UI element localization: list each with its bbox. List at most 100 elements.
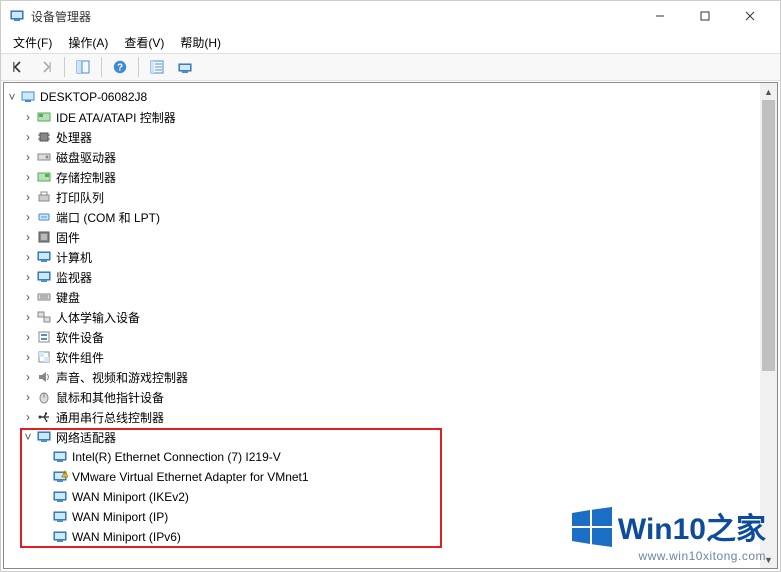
chevron-right-icon[interactable]: › (20, 149, 36, 165)
menu-action[interactable]: 操作(A) (60, 32, 116, 53)
tree-item-storage[interactable]: ·›存储控制器 (4, 167, 777, 187)
chevron-right-icon[interactable]: › (20, 209, 36, 225)
tree-label: WAN Miniport (IKEv2) (72, 490, 189, 504)
tree-item-network-intel[interactable]: ···Intel(R) Ethernet Connection (7) I219… (4, 447, 777, 467)
monitor-icon (36, 269, 52, 285)
tree-item-ide[interactable]: ·›IDE ATA/ATAPI 控制器 (4, 107, 777, 127)
tree-item-computer[interactable]: ·›计算机 (4, 247, 777, 267)
menu-view[interactable]: 查看(V) (116, 32, 172, 53)
tree-item-monitor[interactable]: ·›监视器 (4, 267, 777, 287)
printer-icon (36, 189, 52, 205)
close-button[interactable] (727, 2, 772, 31)
show-hide-tree-button[interactable] (71, 55, 95, 79)
chevron-right-icon[interactable]: › (20, 389, 36, 405)
tree-item-cpu[interactable]: ·›处理器 (4, 127, 777, 147)
scan-hardware-button[interactable] (145, 55, 169, 79)
network-adapter-icon (52, 529, 68, 545)
tree-label: 固件 (56, 229, 80, 246)
tree-item-network-ip[interactable]: ···WAN Miniport (IP) (4, 507, 777, 527)
chevron-right-icon[interactable]: › (20, 229, 36, 245)
tree-label: 端口 (COM 和 LPT) (56, 209, 160, 226)
tree-label: Intel(R) Ethernet Connection (7) I219-V (72, 450, 281, 464)
tree-item-swdev[interactable]: ·›软件设备 (4, 327, 777, 347)
device-tree[interactable]: ˅ DESKTOP-06082J8 ·›IDE ATA/ATAPI 控制器 ·›… (4, 83, 777, 568)
tree-label: 磁盘驱动器 (56, 149, 116, 166)
processor-icon (36, 129, 52, 145)
toolbar-separator (101, 57, 102, 77)
back-button[interactable] (6, 55, 30, 79)
tree-label: 键盘 (56, 289, 80, 306)
chevron-right-icon[interactable]: › (20, 249, 36, 265)
minimize-button[interactable] (637, 2, 682, 31)
help-button[interactable]: ? (108, 55, 132, 79)
tree-item-usb[interactable]: ·›通用串行总线控制器 (4, 407, 777, 427)
computer-icon (20, 89, 36, 105)
update-driver-button[interactable] (173, 55, 197, 79)
tree-item-network[interactable]: ·˅网络适配器 (4, 427, 777, 447)
menu-bar: 文件(F) 操作(A) 查看(V) 帮助(H) (1, 31, 780, 53)
tree-item-swcomp[interactable]: ·›软件组件 (4, 347, 777, 367)
monitor-icon (36, 249, 52, 265)
mouse-icon (36, 389, 52, 405)
network-adapter-icon (52, 509, 68, 525)
tree-item-network-ipv6[interactable]: ···WAN Miniport (IPv6) (4, 527, 777, 547)
toolbar: ? (1, 53, 780, 81)
maximize-button[interactable] (682, 2, 727, 31)
chevron-right-icon[interactable]: › (20, 369, 36, 385)
tree-label: 软件组件 (56, 349, 104, 366)
chevron-right-icon[interactable]: › (20, 269, 36, 285)
chevron-right-icon[interactable]: › (20, 349, 36, 365)
tree-root[interactable]: ˅ DESKTOP-06082J8 (4, 87, 777, 107)
chevron-down-icon[interactable]: ˅ (4, 89, 20, 105)
toolbar-separator (64, 57, 65, 77)
software-device-icon (36, 329, 52, 345)
tree-label: 存储控制器 (56, 169, 116, 186)
tree-item-hid[interactable]: ·›人体学输入设备 (4, 307, 777, 327)
forward-button[interactable] (34, 55, 58, 79)
menu-help[interactable]: 帮助(H) (172, 32, 229, 53)
svg-text:?: ? (117, 63, 123, 74)
chevron-right-icon[interactable]: › (20, 289, 36, 305)
tree-item-mouse[interactable]: ·›鼠标和其他指针设备 (4, 387, 777, 407)
chevron-right-icon[interactable]: › (20, 409, 36, 425)
window-title: 设备管理器 (31, 8, 637, 25)
chevron-down-icon[interactable]: ˅ (20, 429, 36, 445)
tree-root-label: DESKTOP-06082J8 (40, 90, 147, 104)
software-component-icon (36, 349, 52, 365)
tree-item-keyboard[interactable]: ·›键盘 (4, 287, 777, 307)
scrollbar-thumb[interactable] (762, 100, 775, 371)
tree-label: 网络适配器 (56, 429, 116, 446)
ports-icon (36, 209, 52, 225)
chevron-right-icon[interactable]: › (20, 109, 36, 125)
tree-item-print[interactable]: ·›打印队列 (4, 187, 777, 207)
firmware-icon (36, 229, 52, 245)
tree-label: 监视器 (56, 269, 92, 286)
network-adapter-icon (36, 429, 52, 445)
tree-item-disk[interactable]: ·›磁盘驱动器 (4, 147, 777, 167)
tree-item-audio[interactable]: ·›声音、视频和游戏控制器 (4, 367, 777, 387)
tree-label: 计算机 (56, 249, 92, 266)
chevron-right-icon[interactable]: › (20, 329, 36, 345)
vertical-scrollbar[interactable]: ▲ ▼ (760, 83, 777, 568)
chevron-right-icon[interactable]: › (20, 189, 36, 205)
chevron-right-icon[interactable]: › (20, 309, 36, 325)
tree-label: 打印队列 (56, 189, 104, 206)
network-adapter-warning-icon: ! (52, 469, 68, 485)
tree-label: 通用串行总线控制器 (56, 409, 164, 426)
tree-item-firmware[interactable]: ·›固件 (4, 227, 777, 247)
app-icon (9, 8, 25, 24)
menu-file[interactable]: 文件(F) (5, 32, 60, 53)
tree-item-ports[interactable]: ·›端口 (COM 和 LPT) (4, 207, 777, 227)
tree-item-network-ikev2[interactable]: ···WAN Miniport (IKEv2) (4, 487, 777, 507)
tree-label: 声音、视频和游戏控制器 (56, 369, 188, 386)
network-adapter-icon (52, 449, 68, 465)
scroll-up-arrow-icon[interactable]: ▲ (760, 83, 777, 100)
tree-item-network-vmnet1[interactable]: ···!VMware Virtual Ethernet Adapter for … (4, 467, 777, 487)
content-area: ˅ DESKTOP-06082J8 ·›IDE ATA/ATAPI 控制器 ·›… (3, 82, 778, 569)
tree-label: 软件设备 (56, 329, 104, 346)
scrollbar-track[interactable] (760, 100, 777, 551)
scroll-down-arrow-icon[interactable]: ▼ (760, 551, 777, 568)
chevron-right-icon[interactable]: › (20, 169, 36, 185)
hid-icon (36, 309, 52, 325)
chevron-right-icon[interactable]: › (20, 129, 36, 145)
